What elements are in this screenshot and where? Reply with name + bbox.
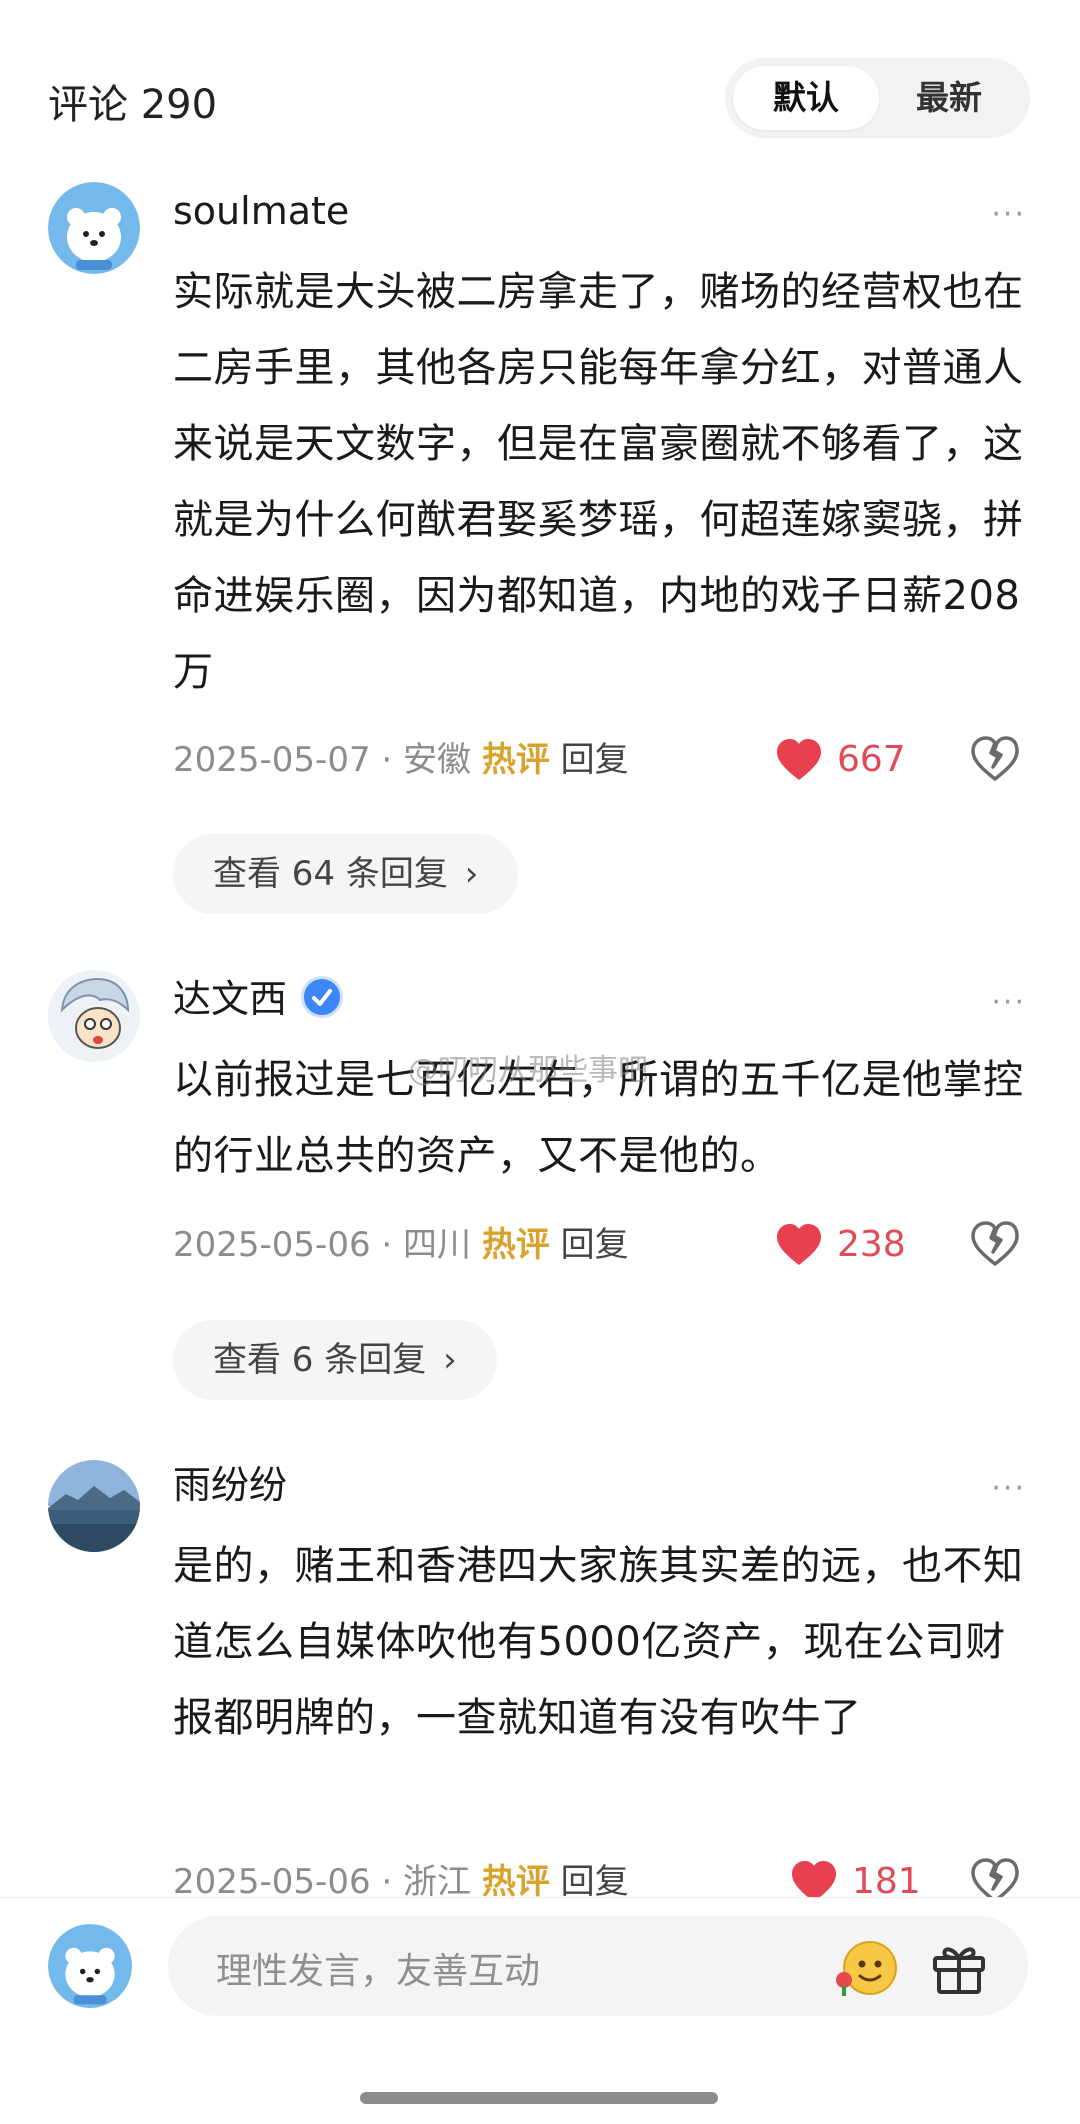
comment-date: 2025-05-06 [173, 1225, 371, 1265]
comment-meta: 2025-05-06 · 四川 热评 回复 [173, 1220, 629, 1270]
watermark-text: @叨叨从那些事吧 [408, 1053, 648, 1088]
meta-separator: · [370, 1225, 404, 1265]
broken-heart-icon[interactable] [970, 735, 1020, 785]
comment-input-bar: 理性发言，友善互动 [0, 1897, 1080, 2124]
cartoon-character-avatar-icon[interactable] [48, 970, 140, 1062]
reply-button[interactable]: 回复 [561, 1225, 629, 1265]
meta-separator: · [370, 740, 404, 780]
hot-comment-badge: 热评 [481, 1862, 550, 1902]
comment-meta: 2025-05-07 · 安徽 热评 回复 [173, 735, 629, 785]
current-user-avatar-icon[interactable] [48, 1924, 132, 2008]
verified-badge-icon [301, 976, 344, 1018]
hot-comment-badge: 热评 [481, 1225, 550, 1265]
comment-input[interactable]: 理性发言，友善互动 [168, 1916, 1028, 2016]
comments-header: 评论 290 默认 最新 [0, 0, 1080, 190]
comment-date: 2025-05-07 [173, 740, 371, 780]
comment-username[interactable]: 达文西 [173, 974, 344, 1024]
meta-separator: · [370, 1862, 404, 1902]
like-count: 667 [837, 739, 906, 780]
username-text: 达文西 [173, 977, 288, 1021]
sort-toggle: 默认 最新 [725, 58, 1030, 138]
sort-default-tab[interactable]: 默认 [733, 66, 879, 130]
comment-input-placeholder: 理性发言，友善互动 [216, 1951, 541, 1992]
comment-username[interactable]: soulmate [173, 186, 349, 236]
like-count: 238 [837, 1224, 906, 1265]
chevron-right-icon: › [443, 1340, 457, 1380]
view-replies-button[interactable]: 查看 64 条回复 › [173, 834, 519, 914]
comment-username[interactable]: 雨纷纷 [173, 1460, 287, 1510]
home-indicator [360, 2092, 718, 2104]
like-button[interactable]: 667 [775, 735, 906, 785]
comment-location: 安徽 [403, 740, 472, 780]
gift-icon[interactable] [930, 1938, 988, 1996]
comment-text: 实际就是大头被二房拿走了，赌场的经营权也在二房手里，其他各房只能每年拿分红，对普… [173, 269, 1024, 695]
view-replies-button[interactable]: 查看 6 条回复 › [173, 1320, 497, 1400]
heart-icon [777, 1224, 821, 1265]
reply-button[interactable]: 回复 [561, 740, 629, 780]
sort-latest-tab[interactable]: 最新 [876, 66, 1022, 130]
reply-button[interactable]: 回复 [561, 1862, 629, 1902]
emoji-icon[interactable] [832, 1936, 898, 1998]
comment-location: 四川 [403, 1225, 472, 1265]
heart-icon [777, 739, 821, 780]
chevron-right-icon: › [464, 854, 479, 894]
comment-text: 是的，赌王和香港四大家族其实差的远，也不知道怎么自媒体吹他有5000亿资产，现在… [173, 1543, 1024, 1741]
view-replies-label: 查看 64 条回复 [213, 854, 448, 894]
comment-location: 浙江 [403, 1862, 472, 1902]
comment-date: 2025-05-06 [173, 1862, 371, 1902]
more-options-icon[interactable]: ··· [991, 1474, 1026, 1504]
comment-count-title: 评论 290 [48, 82, 218, 128]
more-options-icon[interactable]: ··· [991, 988, 1026, 1018]
polar-bear-avatar-icon[interactable] [48, 182, 140, 274]
broken-heart-icon[interactable] [970, 1220, 1020, 1270]
lake-landscape-avatar-icon[interactable] [48, 1460, 140, 1552]
more-options-icon[interactable]: ··· [991, 200, 1026, 230]
hot-comment-badge: 热评 [481, 740, 550, 780]
like-button[interactable]: 238 [775, 1220, 906, 1270]
view-replies-label: 查看 6 条回复 [213, 1340, 427, 1380]
